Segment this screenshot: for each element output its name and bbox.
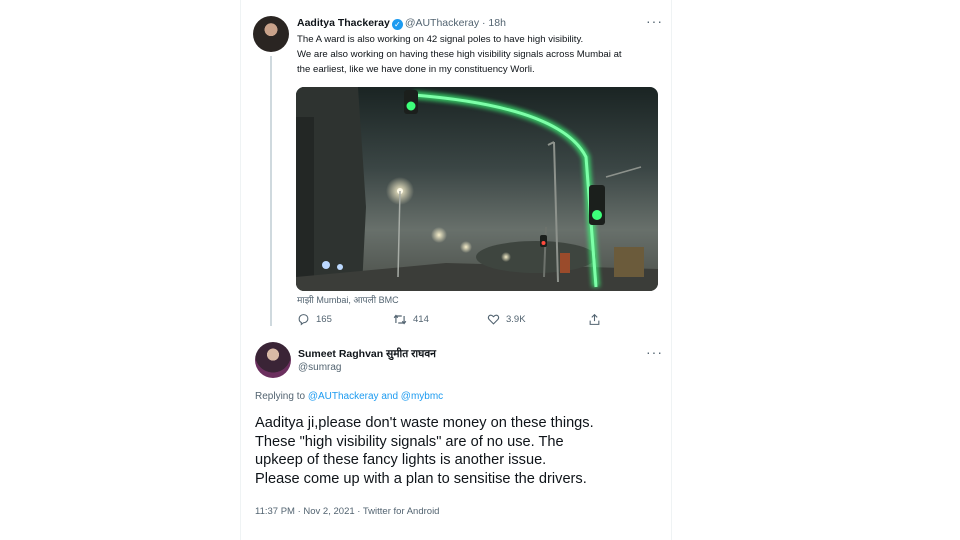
like-button[interactable]: 3.9K	[487, 313, 526, 326]
author-handle[interactable]: @AUThackeray	[405, 17, 479, 29]
avatar[interactable]	[255, 342, 291, 378]
share-icon	[589, 313, 600, 325]
thread-connector	[270, 56, 272, 326]
tweet-media-photo[interactable]	[296, 87, 658, 291]
tweet-text: The A ward is also working on 42 signal …	[297, 32, 657, 77]
tweet-text-line: Please come up with a plan to sensitise …	[255, 470, 587, 487]
tweet-time[interactable]: 18h	[488, 17, 506, 29]
more-options-icon[interactable]: ···	[646, 344, 663, 360]
reply-button[interactable]: 165	[297, 313, 332, 326]
replying-to: Replying to @AUThackeray and @mybmc	[255, 391, 443, 402]
author-handle[interactable]: @sumrag	[298, 362, 342, 373]
tweet-thread-card: Aaditya Thackeray ✓ @AUThackeray · 18h ···…	[240, 0, 672, 540]
retweet-count: 414	[413, 314, 429, 325]
replying-prefix: Replying to	[255, 391, 306, 402]
tweet-header: Aaditya Thackeray ✓ @AUThackeray · 18h	[297, 17, 506, 30]
retweet-icon	[393, 314, 407, 325]
tweet-text-line: These "high visibility signals" are of n…	[255, 433, 564, 450]
share-button[interactable]	[588, 313, 601, 326]
tweet-text-line: the earliest, like we have done in my co…	[297, 64, 535, 75]
reply-count: 165	[316, 314, 332, 325]
tweet-text-line: We are also working on having these high…	[297, 49, 622, 60]
mention-and: and	[381, 391, 399, 402]
reply-icon	[298, 314, 309, 326]
like-icon	[487, 314, 500, 325]
author-name[interactable]: Sumeet Raghvan सुमीत राघवन	[298, 347, 436, 361]
traffic-signal-illustration	[296, 87, 658, 291]
tweet-text: Aaditya ji,please don't waste money on t…	[255, 414, 665, 488]
media-caption: माझी Mumbai, आपली BMC	[297, 295, 399, 305]
author-name[interactable]: Aaditya Thackeray	[297, 17, 390, 29]
tweet-timestamp-source[interactable]: 11:37 PM · Nov 2, 2021 · Twitter for And…	[255, 506, 439, 517]
like-count: 3.9K	[506, 314, 526, 325]
tweet-text-line: upkeep of these fancy lights is another …	[255, 452, 547, 468]
tweet-text-line: The A ward is also working on 42 signal …	[297, 34, 584, 45]
tweet-text-line: Aaditya ji,please don't waste money on t…	[255, 415, 594, 431]
more-options-icon[interactable]: ···	[646, 13, 663, 29]
verified-badge-icon: ✓	[391, 19, 403, 30]
mention-link[interactable]: @mybmc	[401, 391, 443, 402]
retweet-button[interactable]: 414	[393, 313, 429, 326]
mention-link[interactable]: @AUThackeray	[308, 391, 379, 402]
separator: ·	[482, 17, 486, 29]
avatar[interactable]	[253, 16, 289, 52]
tweet-actions: 165 414 3.9K	[297, 313, 617, 329]
